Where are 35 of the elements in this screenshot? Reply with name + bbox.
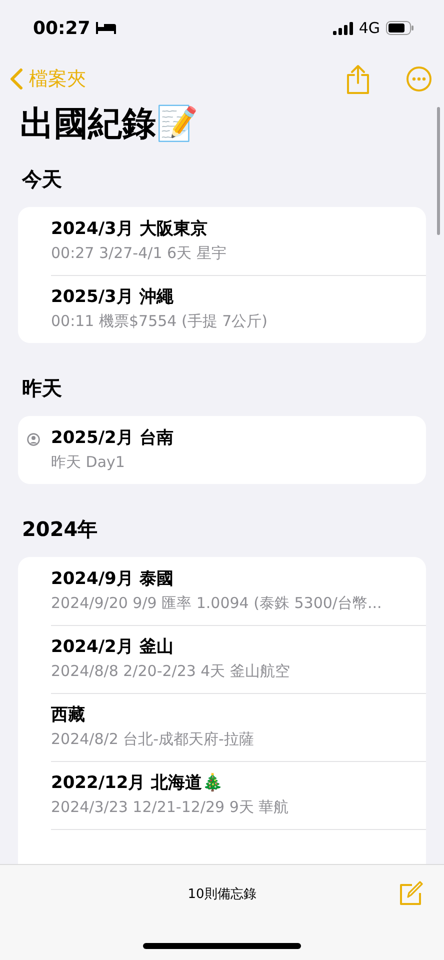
note-preview: 00:11 機票$7554 (手提 7公斤) — [51, 312, 268, 331]
folder-title: 出國紀錄📝 — [19, 103, 199, 146]
note-item[interactable]: 2025/3月 沖繩 00:11 機票$7554 (手提 7公斤) — [18, 275, 426, 343]
note-preview: 2024/9/20 9/9 匯率 1.0094 (泰銖 5300/台幣... — [51, 594, 383, 613]
note-title: 2025/2月 台南 — [51, 427, 174, 449]
status-time: 00:27 — [33, 18, 90, 38]
note-item[interactable]: 2025/2月 台南 昨天 Day1 — [18, 416, 426, 484]
note-item[interactable]: 西藏 2024/8/2 台北-成都天府-拉薩 — [18, 693, 426, 761]
compose-icon[interactable] — [398, 881, 424, 907]
share-icon[interactable] — [346, 64, 370, 94]
note-title: 2024/2月 釜山 — [51, 636, 174, 658]
note-title: 2022/12月 北海道🎄 — [51, 772, 224, 794]
bed-icon — [96, 22, 116, 34]
battery-icon — [386, 21, 414, 35]
note-item[interactable]: 2022/12月 北海道🎄 2024/3/23 12/21-12/29 9天 華航 — [18, 761, 426, 829]
note-preview: 00:27 3/27-4/1 6天 星宇 — [51, 244, 228, 263]
note-item[interactable]: 2024/9月 泰國 2024/9/20 9/9 匯率 1.0094 (泰銖 5300/台幣... — [18, 557, 426, 625]
note-title: 2025/3月 沖繩 — [51, 286, 174, 308]
signal-icon — [332, 22, 353, 34]
section-header: 今天 — [20, 166, 63, 193]
note-title: 西藏 — [51, 704, 86, 726]
section-header: 2024年 — [21, 516, 99, 543]
note-item[interactable]: 2024/3月 大阪東京 00:27 3/27-4/1 6天 星宇 — [18, 207, 426, 275]
network-label: 4G — [358, 19, 380, 37]
note-count: 10則備忘錄 — [188, 886, 256, 903]
note-preview: 2024/8/8 2/20-2/23 4天 釜山航空 — [51, 662, 291, 681]
chevron-left-icon — [10, 68, 23, 90]
note-title: 2024/9月 泰國 — [51, 568, 174, 590]
note-preview: 2024/8/2 台北-成都天府-拉薩 — [51, 730, 255, 749]
section-header: 昨天 — [21, 375, 63, 402]
note-item[interactable]: 2024/2月 釜山 2024/8/8 2/20-2/23 4天 釜山航空 — [18, 625, 426, 693]
note-title: 2024/3月 大阪東京 — [51, 218, 208, 240]
note-preview: 昨天 Day1 — [51, 453, 126, 472]
more-icon[interactable] — [406, 66, 432, 92]
note-preview: 2024/3/23 12/21-12/29 9天 華航 — [51, 798, 290, 817]
